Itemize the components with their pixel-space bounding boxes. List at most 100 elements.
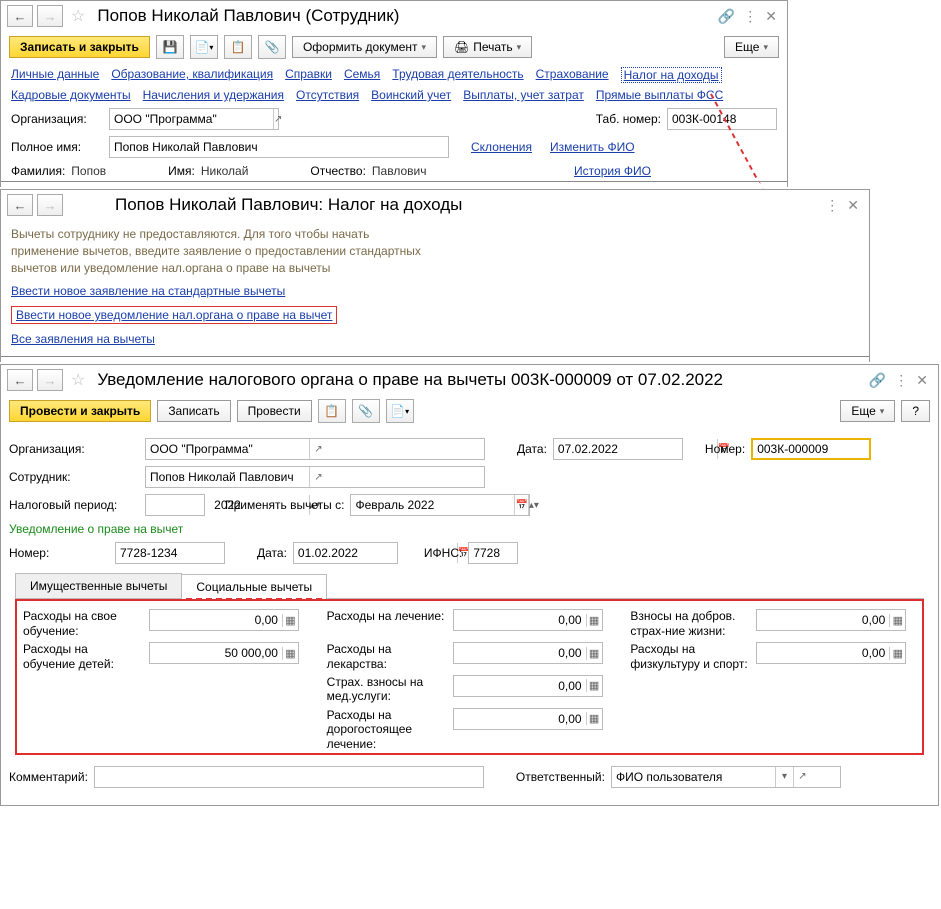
nav-link[interactable]: Личные данные [11,67,99,83]
post-and-close-button[interactable]: Провести и закрыть [9,400,151,422]
ifns-field[interactable] [468,542,518,564]
back-button[interactable]: ← [7,5,33,27]
org-field[interactable]: ↗ [109,108,279,130]
help-button[interactable]: ? [901,400,930,422]
exp-treat-field[interactable]: ▦ [453,708,603,730]
forward-button[interactable]: → [37,5,63,27]
calendar-icon[interactable]: 📅 [514,495,527,515]
link-icon[interactable]: 🔗 [718,8,735,25]
forward-button[interactable]: → [37,369,63,391]
close-icon[interactable]: ✕ [765,8,777,25]
nav-link[interactable]: Справки [285,67,332,83]
calculator-icon[interactable]: ▦ [282,614,298,627]
sport-field[interactable]: ▦ [756,642,906,664]
patr-value: Павлович [372,164,427,178]
tab-num-label: Таб. номер: [596,112,661,126]
link-icon[interactable]: 🔗 [869,372,886,389]
calculator-icon[interactable]: ▦ [586,647,602,660]
new-doc-icon-button[interactable]: 📄▾ [386,399,414,423]
save-button[interactable]: Записать [157,400,230,422]
nav-link[interactable]: Отсутствия [296,88,359,102]
tax-period-label: Налоговый период: [9,498,139,512]
calculator-icon[interactable]: ▦ [889,614,905,627]
life-ins-field[interactable]: ▦ [756,609,906,631]
open-icon[interactable]: ↗ [273,109,282,129]
sport-label: Расходы на физкультуру и спорт: [630,642,750,671]
nav-link[interactable]: Страхование [536,67,609,83]
calculator-icon[interactable]: ▦ [889,647,905,660]
new-doc-icon-button[interactable]: 📄▾ [190,35,218,59]
date-field[interactable]: 📅 [553,438,683,460]
notice-num-field[interactable] [115,542,225,564]
nav-link[interactable]: Семья [344,67,380,83]
close-icon[interactable]: ✕ [847,197,859,214]
org-label: Организация: [9,442,139,456]
nav-link[interactable]: Трудовая деятельность [392,67,523,83]
nav-link[interactable]: Выплаты, учет затрат [463,88,584,102]
nav-link[interactable]: Образование, квалификация [111,67,273,83]
open-icon[interactable]: ↗ [309,439,327,459]
kebab-icon[interactable]: ⋮ [743,8,757,25]
nav-link[interactable]: Воинский учет [371,88,451,102]
more-button[interactable]: Еще ▾ [724,36,779,58]
calculator-icon[interactable]: ▦ [282,647,298,660]
save-icon-button[interactable]: 💾 [156,35,184,59]
emp-field[interactable]: ↗ [145,466,485,488]
all-applications-link[interactable]: Все заявления на вычеты [11,332,155,346]
tab-social[interactable]: Социальные вычеты [181,574,327,599]
spinner-icon[interactable]: ▴▾ [528,495,539,515]
apply-from-field[interactable]: 📅▴▾ [350,494,530,516]
num-label: Номер: [705,442,745,456]
print-button[interactable]: 🖨 Печать ▾ [443,36,532,58]
attach-icon-button[interactable]: 📎 [258,35,286,59]
calculator-icon[interactable]: ▦ [586,679,602,692]
responsible-field[interactable]: ▾↗ [611,766,841,788]
comment-label: Комментарий: [9,770,88,784]
meds-field[interactable]: ▦ [453,642,603,664]
treat-label: Расходы на лечение: [327,609,447,623]
child-edu-field[interactable]: ▦ [149,642,299,664]
declensions-link[interactable]: Склонения [471,140,532,154]
create-document-button[interactable]: Оформить документ ▾ [292,36,437,58]
med-ins-field[interactable]: ▦ [453,675,603,697]
forward-button[interactable]: → [37,194,63,216]
attach-icon-button[interactable]: 📎 [352,399,380,423]
nav-link[interactable]: Начисления и удержания [143,88,284,102]
new-standard-deduction-link[interactable]: Ввести новое заявление на стандартные вы… [11,284,285,298]
favorite-star-icon[interactable]: ☆ [71,6,85,26]
back-button[interactable]: ← [7,369,33,391]
list-icon-button[interactable]: 📋 [224,35,252,59]
nav-link[interactable]: Прямые выплаты ФСС [596,88,723,102]
num-field[interactable] [751,438,871,460]
chevron-down-icon[interactable]: ▾ [775,767,793,787]
treat-field[interactable]: ▦ [453,609,603,631]
tab-property[interactable]: Имущественные вычеты [15,573,182,598]
notice-date-field[interactable]: 📅 [293,542,398,564]
edit-fio-link[interactable]: Изменить ФИО [550,140,635,154]
org-field[interactable]: ↗ [145,438,485,460]
fullname-field[interactable] [109,136,449,158]
post-button[interactable]: Провести [237,400,312,422]
own-edu-field[interactable]: ▦ [149,609,299,631]
nav-link[interactable]: Кадровые документы [11,88,131,102]
list-icon-button[interactable]: 📋 [318,399,346,423]
open-icon[interactable]: ↗ [793,767,811,787]
new-tax-notice-link[interactable]: Ввести новое уведомление нал.органа о пр… [16,308,332,322]
kebab-icon[interactable]: ⋮ [825,197,839,214]
tab-num-field[interactable] [667,108,777,130]
calculator-icon[interactable]: ▦ [586,712,602,725]
exp-treat-label: Расходы на дорогостоящее лечение: [327,708,447,751]
comment-field[interactable] [94,766,484,788]
calculator-icon[interactable]: ▦ [586,614,602,627]
nav-link-active[interactable]: Налог на доходы [621,67,722,83]
open-icon[interactable]: ↗ [309,467,327,487]
save-and-close-button[interactable]: Записать и закрыть [9,36,150,58]
kebab-icon[interactable]: ⋮ [894,372,908,389]
more-button[interactable]: Еще ▾ [840,400,895,422]
close-icon[interactable]: ✕ [916,372,928,389]
history-fio-link[interactable]: История ФИО [574,164,651,178]
tax-period-field[interactable]: ▴▾ [145,494,205,516]
nav-links-row-1: Личные данные Образование, квалификация … [1,65,787,86]
back-button[interactable]: ← [7,194,33,216]
favorite-star-icon[interactable]: ☆ [71,370,85,390]
